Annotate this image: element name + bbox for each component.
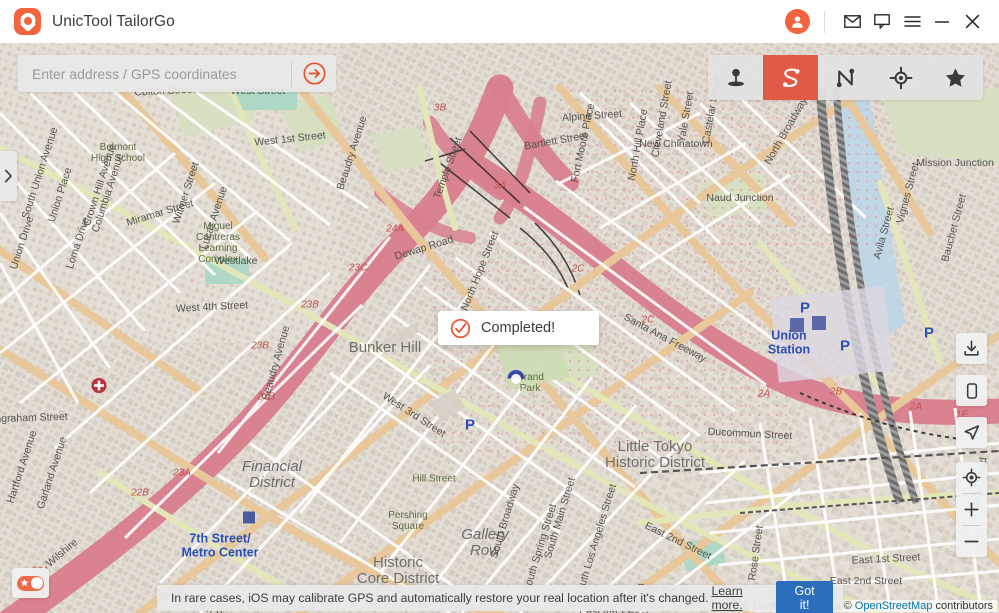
mode-teleport[interactable] (708, 55, 763, 100)
mode-multi-spot-route[interactable] (818, 55, 873, 100)
device-icon[interactable] (956, 375, 987, 406)
toggle-pill (17, 575, 44, 591)
openstreetmap-link[interactable]: OpenStreetMap (855, 600, 933, 612)
search-submit-button[interactable] (292, 55, 336, 92)
feedback-icon[interactable] (867, 7, 897, 37)
search-input[interactable] (18, 65, 291, 82)
completion-toast: Completed! (438, 311, 599, 345)
toggle-knob (30, 577, 43, 589)
check-circle-icon (450, 318, 471, 338)
mode-toolbar (708, 55, 983, 100)
mode-joystick[interactable] (873, 55, 928, 100)
app-logo: UnicTool TailorGo (14, 8, 175, 35)
toast-text: Completed! (481, 320, 556, 336)
menu-icon[interactable] (897, 7, 927, 37)
minimize-icon[interactable] (927, 7, 957, 37)
plus-icon[interactable] (956, 494, 987, 525)
close-icon[interactable] (957, 7, 987, 37)
zoom-controls (956, 462, 987, 557)
star-toggle-icon (20, 578, 29, 587)
navigate-control (956, 417, 987, 448)
application-window: Financial District Bunker Hill Little Tokyo… (0, 0, 999, 613)
title-bar: UnicTool TailorGo (0, 0, 999, 43)
download-icon[interactable] (956, 333, 987, 364)
import-gpx-control (956, 333, 987, 364)
search-bar (18, 55, 336, 92)
device-control (956, 375, 987, 406)
mode-favorites[interactable] (928, 55, 983, 100)
window-controls (785, 7, 999, 37)
app-title: UnicTool TailorGo (52, 12, 175, 30)
mail-icon[interactable] (837, 7, 867, 37)
location-pin-logo-icon (14, 8, 41, 35)
paper-plane-icon[interactable] (956, 417, 987, 448)
favorites-toggle[interactable] (12, 568, 49, 598)
minus-icon[interactable] (956, 526, 987, 557)
user-avatar[interactable] (785, 9, 810, 34)
expand-panel-handle[interactable] (0, 151, 17, 201)
notice-text: In rare cases, iOS may calibrate GPS and… (171, 591, 709, 605)
got-it-button[interactable]: Got it! (776, 581, 833, 613)
mode-two-spot-route[interactable] (763, 55, 818, 100)
gps-calibration-notice: In rare cases, iOS may calibrate GPS and… (157, 581, 843, 613)
locate-icon[interactable] (956, 462, 987, 493)
learn-more-link[interactable]: Learn more. (711, 584, 776, 612)
attribution-suffix: contributors (935, 600, 993, 612)
controls-divider (824, 10, 825, 33)
